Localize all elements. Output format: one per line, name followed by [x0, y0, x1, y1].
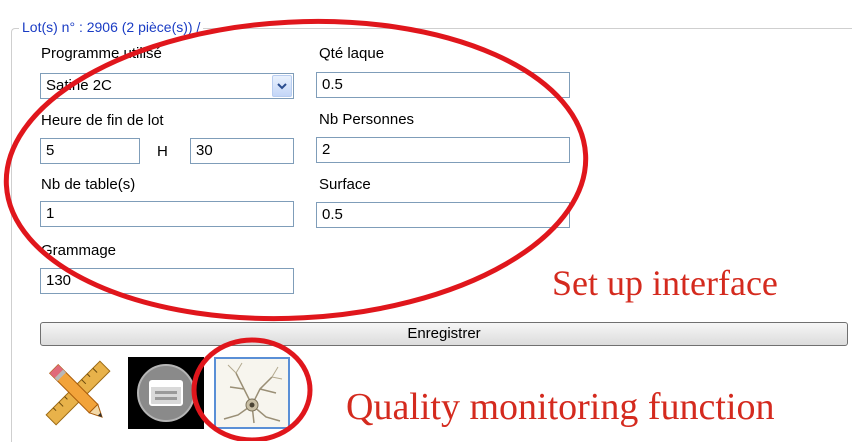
annotation-overlay [3, 18, 589, 441]
setup-annotation: Set up interface [552, 263, 778, 303]
quality-highlight-ellipse [191, 337, 313, 441]
quality-annotation: Quality monitoring function [346, 386, 775, 428]
setup-highlight-ellipse [3, 18, 589, 322]
